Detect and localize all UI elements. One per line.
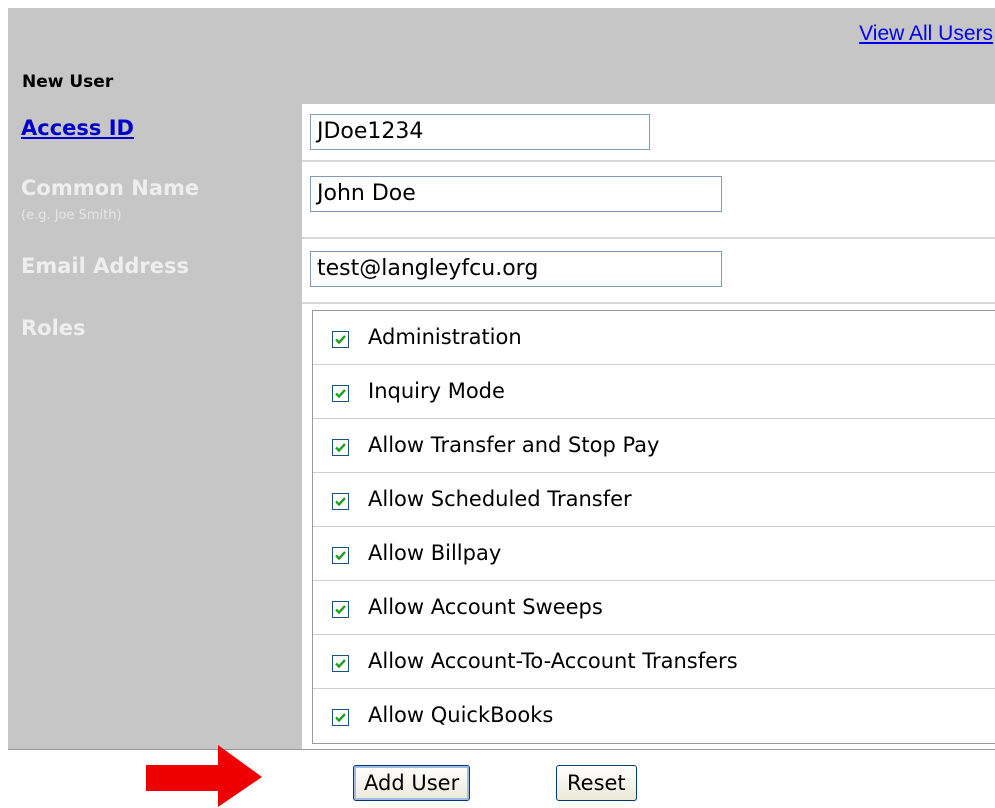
- role-item-scheduled-transfer[interactable]: Allow Scheduled Transfer: [313, 473, 995, 527]
- role-label: Allow Account-To-Account Transfers: [368, 649, 738, 673]
- reset-button[interactable]: Reset: [556, 765, 637, 801]
- view-all-users-link[interactable]: View All Users: [859, 22, 993, 46]
- checkbox-checked-icon[interactable]: [332, 709, 349, 726]
- checkbox-checked-icon[interactable]: [332, 331, 349, 348]
- role-label: Administration: [368, 325, 522, 349]
- checkbox-checked-icon[interactable]: [332, 655, 349, 672]
- section-title: New User: [22, 72, 114, 92]
- row-divider: [302, 237, 995, 239]
- role-item-transfer-stop-pay[interactable]: Allow Transfer and Stop Pay: [313, 419, 995, 473]
- common-name-hint: (e.g. Joe Smith): [21, 208, 122, 223]
- common-name-input[interactable]: John Doe: [310, 176, 722, 212]
- header-bar: View All Users New User: [8, 8, 995, 104]
- role-label: Allow Transfer and Stop Pay: [368, 433, 660, 457]
- checkbox-checked-icon[interactable]: [332, 601, 349, 618]
- checkbox-checked-icon[interactable]: [332, 493, 349, 510]
- role-item-billpay[interactable]: Allow Billpay: [313, 527, 995, 581]
- red-arrow-icon: [146, 745, 262, 807]
- row-divider: [302, 302, 995, 304]
- role-label: Allow Billpay: [368, 541, 502, 565]
- role-label: Allow QuickBooks: [368, 703, 554, 727]
- role-item-administration[interactable]: Administration: [313, 311, 995, 365]
- role-label: Inquiry Mode: [368, 379, 505, 403]
- checkbox-checked-icon[interactable]: [332, 439, 349, 456]
- access-id-link[interactable]: Access ID: [21, 116, 134, 140]
- label-column: Access ID Common Name (e.g. Joe Smith) E…: [8, 104, 302, 749]
- roles-label: Roles: [21, 316, 86, 340]
- role-item-account-sweeps[interactable]: Allow Account Sweeps: [313, 581, 995, 635]
- add-user-button[interactable]: Add User: [353, 765, 471, 801]
- role-label: Allow Account Sweeps: [368, 595, 603, 619]
- role-label: Allow Scheduled Transfer: [368, 487, 632, 511]
- role-item-account-to-account[interactable]: Allow Account-To-Account Transfers: [313, 635, 995, 689]
- role-item-inquiry-mode[interactable]: Inquiry Mode: [313, 365, 995, 419]
- email-input[interactable]: test@langleyfcu.org: [310, 251, 722, 287]
- common-name-label: Common Name: [21, 176, 200, 200]
- row-divider: [302, 160, 995, 162]
- checkbox-checked-icon[interactable]: [332, 547, 349, 564]
- role-item-quickbooks[interactable]: Allow QuickBooks: [313, 689, 995, 742]
- email-label: Email Address: [21, 254, 190, 278]
- roles-list: Administration Inquiry Mode Allow Transf…: [312, 310, 995, 744]
- checkbox-checked-icon[interactable]: [332, 385, 349, 402]
- access-id-input[interactable]: JDoe1234: [310, 114, 650, 150]
